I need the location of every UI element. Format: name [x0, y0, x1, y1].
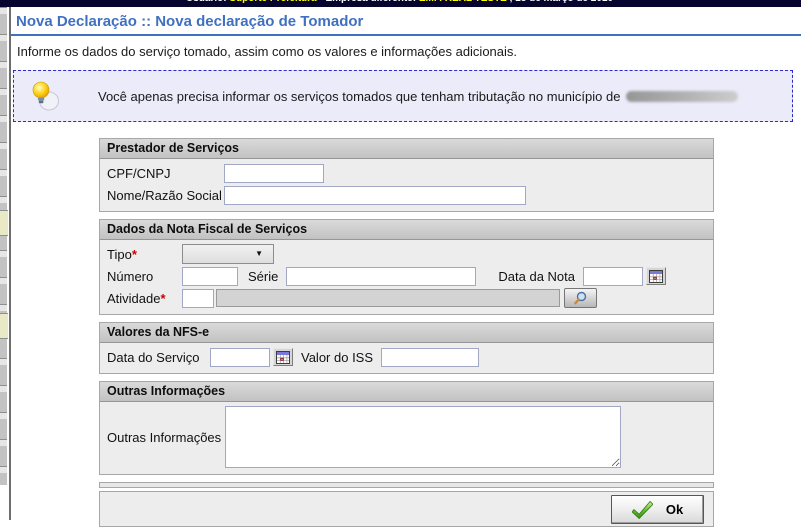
declaration-form: Prestador de Serviços CPF/CNPJ Nome/Razã… — [99, 138, 714, 527]
numero-label: Número — [107, 269, 182, 284]
main-content: Nova Declaração :: Nova declaração de To… — [9, 7, 801, 520]
section-outras: Outras Informações Outras Informações — [99, 381, 714, 475]
section-outras-title: Outras Informações — [100, 382, 713, 402]
ok-button-label: Ok — [666, 502, 683, 517]
serie-input[interactable] — [286, 267, 476, 286]
search-icon — [572, 291, 589, 305]
atividade-input[interactable] — [182, 289, 214, 308]
numero-input[interactable] — [182, 267, 238, 286]
redacted-municipality — [626, 91, 738, 102]
outras-informacoes-textarea[interactable] — [225, 406, 621, 468]
calendar-icon — [276, 351, 290, 364]
left-menu-highlight — [0, 313, 8, 339]
top-session-bar: Usuário: Suporte Prefeitura - Empresa di… — [0, 0, 801, 7]
data-nota-label: Data da Nota — [498, 269, 575, 284]
company-label: - Empresa diferente: — [319, 0, 416, 4]
info-notice-box: Você apenas precisa informar os serviços… — [13, 70, 793, 122]
atividade-search-button[interactable] — [564, 288, 597, 308]
tipo-label: Tipo* — [107, 247, 182, 262]
company-name-link[interactable]: EMP. REAL TESTE — [419, 0, 507, 4]
calendar-icon — [649, 270, 663, 283]
atividade-label: Atividade* — [107, 291, 182, 306]
left-menu-highlight — [0, 210, 8, 236]
data-nota-input[interactable] — [583, 267, 643, 286]
data-servico-input[interactable] — [210, 348, 270, 367]
section-valores: Valores da NFS-e Data do Serviço Valor d… — [99, 322, 714, 374]
form-footer-bar: Ok — [99, 491, 714, 527]
valor-iss-input[interactable] — [381, 348, 479, 367]
data-servico-label: Data do Serviço — [107, 350, 210, 365]
ok-button[interactable]: Ok — [611, 495, 704, 524]
section-prestador-title: Prestador de Serviços — [100, 139, 713, 159]
left-menu-edge — [0, 7, 8, 485]
cpf-cnpj-label: CPF/CNPJ — [107, 166, 224, 181]
section-prestador: Prestador de Serviços CPF/CNPJ Nome/Razã… — [99, 138, 714, 212]
razao-social-label: Nome/Razão Social — [107, 188, 224, 203]
tipo-select[interactable] — [182, 244, 274, 264]
notice-text: Você apenas precisa informar os serviços… — [98, 89, 620, 104]
valor-iss-label: Valor do ISS — [301, 350, 373, 365]
form-divider-strip — [99, 482, 714, 488]
data-nota-calendar-button[interactable] — [646, 267, 666, 285]
check-icon — [632, 500, 653, 519]
user-label: Usuário: — [186, 0, 227, 4]
required-mark: * — [132, 247, 137, 262]
page-subtitle: Informe os dados do serviço tomado, assi… — [11, 36, 801, 67]
data-servico-calendar-button[interactable] — [273, 348, 293, 366]
page-title: Nova Declaração :: Nova declaração de To… — [11, 7, 801, 36]
section-nota-fiscal-title: Dados da Nota Fiscal de Serviços — [100, 220, 713, 240]
atividade-description-readonly — [216, 289, 560, 307]
required-mark: * — [160, 291, 165, 306]
outras-informacoes-label: Outras Informações — [107, 430, 225, 445]
serie-label: Série — [248, 269, 278, 284]
cpf-cnpj-input[interactable] — [224, 164, 324, 183]
user-name-link[interactable]: Suporte Prefeitura — [229, 0, 316, 4]
lightbulb-icon — [30, 80, 60, 112]
date-text: , 15 de março de 2010 — [510, 0, 613, 4]
top-session-text: Usuário: Suporte Prefeitura - Empresa di… — [186, 0, 613, 4]
section-valores-title: Valores da NFS-e — [100, 323, 713, 343]
section-nota-fiscal: Dados da Nota Fiscal de Serviços Tipo* ▼… — [99, 219, 714, 315]
razao-social-input[interactable] — [224, 186, 526, 205]
